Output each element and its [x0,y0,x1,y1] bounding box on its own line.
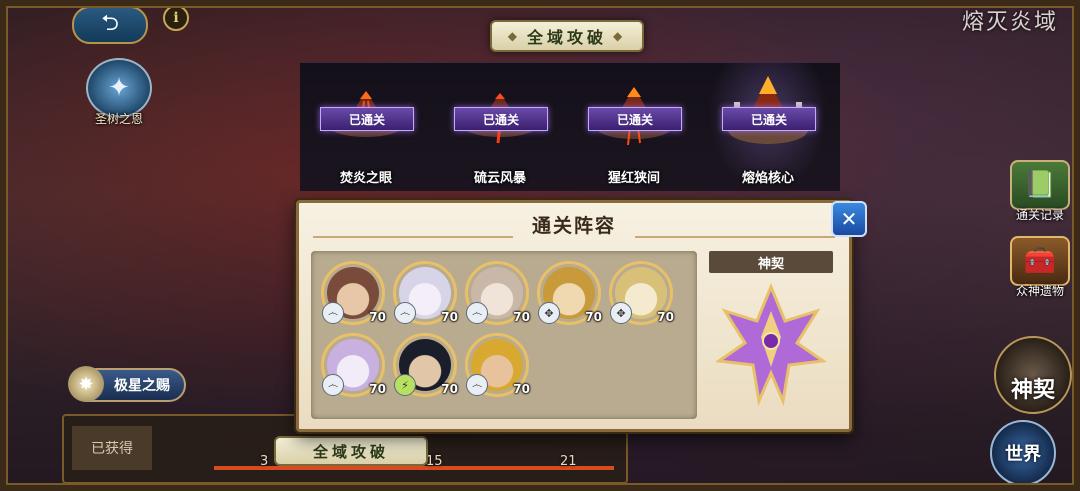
element-icon: ෴ [466,374,488,396]
star-icon: ✸ [68,366,104,402]
element-icon: ✥ [538,302,560,324]
hero-avatar[interactable]: ෴ 70 [465,261,530,325]
element-icon: ෴ [466,302,488,324]
hero-level: 70 [369,310,386,324]
hero-lineup-grid: ෴ 70 ෴ 70 ෴ 70 ✥ 70 ✥ 70 ෴ 70 ⚡ 70 ෴ 70 [311,251,697,419]
element-icon: ✥ [610,302,632,324]
stage-strip: 已通关 焚炎之眼 已通关 硫云风暴 已通关 猩红狭间 已通关 熔焰核心 [300,62,840,191]
hero-level: 70 [513,382,530,396]
cleared-flag: 已通关 [588,107,682,131]
milestone-label: 3 [260,454,269,469]
milestone-label: 21 [560,454,577,469]
tree-blessing-label: 圣树之恩 [94,112,143,126]
hero-level: 70 [441,382,458,396]
element-icon: ෴ [394,302,416,324]
cleared-flag: 已通关 [454,107,548,131]
hero-avatar[interactable]: ෴ 70 [321,261,386,325]
star-gift-button[interactable]: ✸ 极星之赐 [68,366,186,402]
diamond-icon: ◆ [613,29,627,43]
divine-contract-relic-icon[interactable] [713,281,829,411]
stage-card[interactable]: 已通关 猩红狭间 [574,63,694,191]
hero-avatar[interactable]: ⚡ 70 [393,333,458,397]
stage-name: 焚炎之眼 [339,171,392,186]
close-button[interactable]: ✕ [831,201,867,237]
divine-relics-button[interactable]: 🧰 众神遗物 [1006,236,1074,299]
dialog-title: 通关阵容 [531,215,616,237]
element-icon: ෴ [322,302,344,324]
clear-records-button[interactable]: 📗 通关记录 [1006,160,1074,223]
element-icon: ⚡ [394,374,416,396]
element-icon: ෴ [322,374,344,396]
star-gift-label: 极星之赐 [114,378,170,394]
hero-avatar[interactable]: ෴ 70 [393,261,458,325]
treasure-chest-icon: 🧰 [1010,236,1070,286]
progress-fill [214,466,614,470]
domain-conquest-banner: ◆ 全域攻破 ◆ [490,20,644,52]
hero-avatar[interactable]: ✥ 70 [537,261,602,325]
stage-name: 猩红狭间 [607,171,660,186]
cleared-flag: 已通关 [320,107,414,131]
cleared-flag: 已通关 [722,107,816,131]
clear-lineup-dialog: 通关阵容 ✕ ෴ 70 ෴ 70 ෴ 70 ✥ 70 ✥ 70 ෴ 70 ⚡ 7… [296,200,867,432]
progress-bar [214,466,614,470]
stage-card[interactable]: 已通关 焚炎之眼 [306,63,426,191]
obtained-label: 已获得 [72,426,152,470]
hero-avatar[interactable]: ෴ 70 [321,333,386,397]
milestone-label: 15 [426,454,443,469]
hero-level: 70 [585,310,602,324]
divine-contract-button[interactable]: 神契 [994,336,1072,414]
hero-avatar[interactable]: ✥ 70 [609,261,674,325]
hero-level: 70 [441,310,458,324]
hero-level: 70 [657,310,674,324]
world-button[interactable]: 世界 [990,420,1056,486]
contract-label: 神契 [709,251,833,273]
zone-title: 熔灭炎域 [961,10,1058,35]
stage-name: 硫云风暴 [473,171,526,186]
hero-level: 70 [513,310,530,324]
diamond-icon: ◆ [507,29,521,43]
stage-card[interactable]: 已通关 硫云风暴 [440,63,560,191]
back-button[interactable]: ⮌ [72,6,148,44]
stage-name: 熔焰核心 [741,171,794,186]
book-icon: 📗 [1010,160,1070,210]
hero-avatar[interactable]: ෴ 70 [465,333,530,397]
info-icon[interactable]: i [163,5,189,31]
divine-relics-label: 众神遗物 [1015,284,1064,298]
clear-records-label: 通关记录 [1015,208,1064,222]
stage-card-selected[interactable]: 已通关 熔焰核心 [708,63,828,191]
banner-label: 全域攻破 [526,28,607,47]
hero-level: 70 [369,382,386,396]
divine-contract-panel: 神契 [705,251,837,419]
tree-blessing-icon[interactable]: ✦ [86,58,152,118]
domain-conquest-banner-bottom: 全域攻破 [274,436,428,466]
